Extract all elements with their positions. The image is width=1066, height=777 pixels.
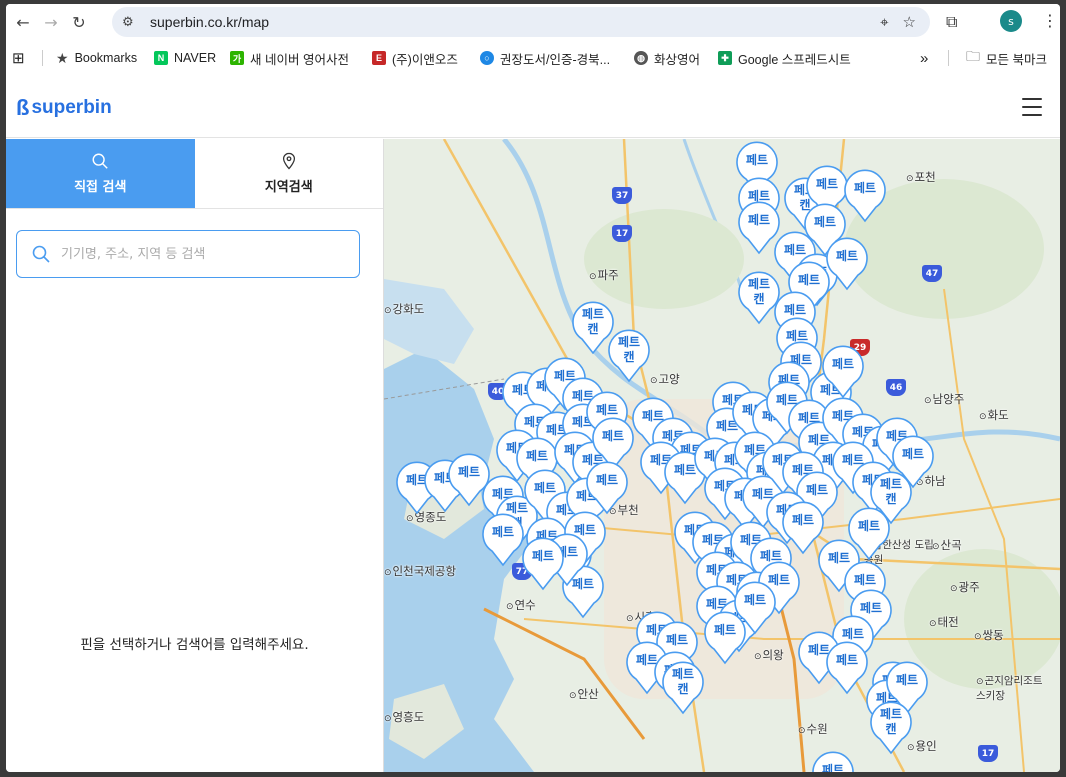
map-place-label: 연수 <box>506 597 536 613</box>
map-place-label: 영흥도 <box>384 709 425 725</box>
pin-label: 페트 <box>713 623 737 637</box>
forward-arrow-icon[interactable]: → <box>40 11 62 33</box>
hamburger-menu-icon[interactable] <box>1022 98 1042 116</box>
map-place-label: 광주 <box>950 579 980 595</box>
tab-region-search[interactable]: 지역검색 <box>194 139 383 208</box>
naver-icon: N <box>154 51 168 65</box>
bookmark-star-icon[interactable]: ☆ <box>903 13 916 31</box>
app-header: ß superbin <box>6 76 1060 138</box>
globe-icon: ◍ <box>634 51 648 65</box>
pin-label: 페트 <box>831 357 855 371</box>
star-icon: ★ <box>56 49 69 66</box>
pin-label: 페트 <box>743 593 767 607</box>
bookmark-item[interactable]: ◍ 화상영어 <box>634 49 700 68</box>
search-input[interactable] <box>61 246 341 262</box>
pin-label: 페트 <box>857 519 881 533</box>
map-place-label: 파주 <box>589 267 619 283</box>
pin-label: 페트 <box>901 447 925 461</box>
recycling-machine-pin[interactable]: 페트 <box>810 749 856 772</box>
pin-label: 페트 <box>895 673 919 687</box>
map-place-label: 산곡 <box>932 537 962 553</box>
pin-label: 페트 <box>853 181 877 195</box>
pin-label: 페트캔 <box>879 707 903 736</box>
sheets-icon: ✚ <box>718 51 732 65</box>
all-bookmarks-folder[interactable]: 🗀 모든 북마크 <box>966 46 1047 70</box>
url-text[interactable]: superbin.co.kr/map <box>150 14 269 30</box>
bookmark-item[interactable]: E (주)이앤오즈 <box>372 49 458 68</box>
site-settings-icon[interactable]: ⚙ <box>122 15 142 30</box>
search-icon <box>92 153 108 169</box>
pin-label: 페트캔 <box>617 335 641 364</box>
pin-label: 페트 <box>595 473 619 487</box>
pin-label: 페트 <box>791 513 815 527</box>
map-view[interactable]: 포천파주고양남양주화도하남부천광주용인수원의왕안산시흥연수인천국제공항영흥도남한… <box>384 139 1060 772</box>
more-bookmarks-button[interactable]: » <box>920 50 928 67</box>
pin-label: 페트캔 <box>671 667 695 696</box>
map-place-label: 태전 <box>929 614 959 630</box>
apps-grid-icon[interactable]: ⊞ <box>12 49 25 67</box>
route-shield-icon: 37 <box>612 187 632 204</box>
bookmark-item[interactable]: ○ 권장도서/인증-경북... <box>480 49 610 68</box>
map-place-label: 화도 <box>979 407 1009 423</box>
location-pin-icon <box>282 152 295 170</box>
map-place-label: 안산 <box>569 686 599 702</box>
pin-label: 페트 <box>821 763 845 772</box>
bookmark-item[interactable]: ★ Bookmarks <box>56 50 137 67</box>
back-arrow-icon[interactable]: ← <box>12 11 34 33</box>
search-icon <box>32 245 50 263</box>
tab-direct-search[interactable]: 직접 검색 <box>6 139 195 208</box>
recycling-machine-pin[interactable]: 페트 <box>702 609 748 665</box>
profile-avatar[interactable]: s <box>1000 10 1022 32</box>
address-bar[interactable]: ⚙ superbin.co.kr/map ⌖ ☆ <box>112 7 930 37</box>
folder-icon: 🗀 <box>966 48 980 64</box>
map-place-label: 수원 <box>798 721 828 737</box>
browser-menu-icon[interactable]: ⋮ <box>1042 11 1058 30</box>
reload-icon[interactable]: ↻ <box>68 11 90 33</box>
map-place-label: 곤지암리조트 스키장 <box>976 673 1046 703</box>
recycling-machine-pin[interactable]: 페트 <box>520 535 566 591</box>
empty-state-message: 핀을 선택하거나 검색어를 입력해주세요. <box>80 637 309 653</box>
route-shield-icon: 17 <box>612 225 632 242</box>
recycling-machine-pin[interactable]: 페트캔 <box>660 659 706 715</box>
map-place-label: 인천국제공항 <box>384 563 456 579</box>
recycling-machine-pin[interactable]: 페트 <box>842 167 888 223</box>
pin-label: 페트 <box>745 153 769 167</box>
search-box[interactable] <box>16 230 360 278</box>
pin-label: 페트 <box>813 215 837 229</box>
recycling-machine-pin[interactable]: 페트캔 <box>868 699 914 755</box>
book-cert-icon: ○ <box>480 51 494 65</box>
browser-window: ← → ↻ ⚙ superbin.co.kr/map ⌖ ☆ ⧉ s ⋮ ⊞ ★… <box>6 4 1060 772</box>
pin-label: 페트 <box>747 213 771 227</box>
bookmark-item[interactable]: N NAVER <box>154 51 216 65</box>
pin-label: 페트 <box>531 549 555 563</box>
bookmarks-bar: ⊞ ★ Bookmarks N NAVER 가 새 네이버 영어사전 E (주)… <box>6 42 1060 74</box>
logo-mark-icon: ß <box>16 95 30 120</box>
route-shield-icon: 47 <box>922 265 942 282</box>
recycling-machine-pin[interactable]: 페트 <box>820 343 866 399</box>
route-shield-icon: 17 <box>978 745 998 762</box>
superbin-logo[interactable]: ß superbin <box>16 95 112 121</box>
naver-dict-icon: 가 <box>230 51 244 65</box>
map-place-label: 고양 <box>650 371 680 387</box>
map-place-label: 강화도 <box>384 301 425 317</box>
location-icon[interactable]: ⌖ <box>880 13 888 31</box>
pin-label: 페트캔 <box>879 477 903 506</box>
company-icon: E <box>372 51 386 65</box>
pin-label: 페트 <box>797 273 821 287</box>
pin-label: 페트 <box>853 573 877 587</box>
route-shield-icon: 46 <box>886 379 906 396</box>
recycling-machine-pin[interactable]: 페트 <box>584 459 630 515</box>
pin-label: 페트 <box>835 653 859 667</box>
recycling-machine-pin[interactable]: 페트캔 <box>606 327 652 383</box>
bookmark-item[interactable]: ✚ Google 스프레드시트 <box>718 49 851 68</box>
extensions-icon[interactable]: ⧉ <box>946 12 957 32</box>
bookmark-item[interactable]: 가 새 네이버 영어사전 <box>230 49 349 68</box>
search-tabs: 직접 검색 지역검색 <box>6 139 383 209</box>
map-place-label: 남양주 <box>924 391 965 407</box>
search-panel: 직접 검색 지역검색 핀을 선택하거나 검색어를 입력해주세요. <box>6 139 384 772</box>
map-place-label: 포천 <box>906 169 936 185</box>
map-place-label: 쌍동 <box>974 627 1004 643</box>
